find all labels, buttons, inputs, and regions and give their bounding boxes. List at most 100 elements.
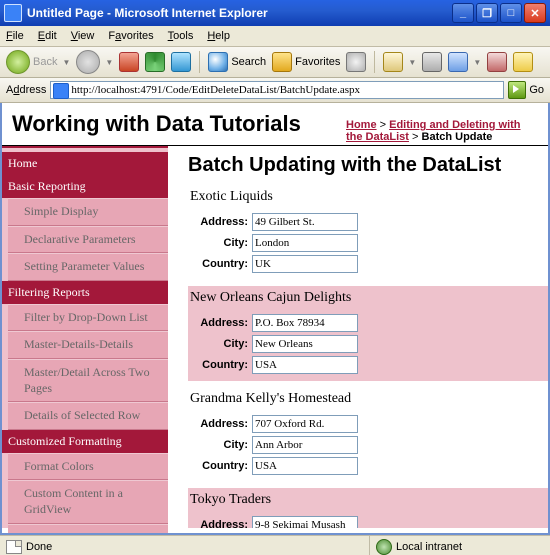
refresh-button[interactable] bbox=[145, 52, 165, 72]
mail-button[interactable]: ▼ bbox=[383, 52, 416, 72]
star-icon bbox=[272, 52, 292, 72]
edit-page-button[interactable]: ▼ bbox=[448, 52, 481, 72]
forward-icon bbox=[76, 50, 100, 74]
separator bbox=[374, 51, 375, 73]
titlebar: Untitled Page - Microsoft Internet Explo… bbox=[0, 0, 550, 26]
discuss-icon bbox=[487, 52, 507, 72]
print-button[interactable] bbox=[422, 52, 442, 72]
status-text: Done bbox=[0, 540, 58, 554]
supplier-block: Exotic Liquids Address: City: Country: bbox=[188, 185, 548, 280]
menu-help[interactable]: Help bbox=[207, 30, 230, 42]
home-icon bbox=[171, 52, 191, 72]
home-button[interactable] bbox=[171, 52, 191, 72]
sidebar-item[interactable]: Simple Display bbox=[8, 198, 168, 226]
chevron-down-icon: ▼ bbox=[408, 58, 416, 67]
address-label: Address bbox=[6, 84, 46, 96]
breadcrumb-current: Batch Update bbox=[422, 131, 493, 143]
edit-icon bbox=[448, 52, 468, 72]
field-label-country: Country: bbox=[190, 258, 248, 270]
field-label-city: City: bbox=[190, 439, 248, 451]
maximize-button[interactable]: □ bbox=[500, 3, 522, 23]
menu-file[interactable]: File bbox=[6, 30, 24, 42]
address-field[interactable] bbox=[252, 213, 358, 231]
sidebar-item-home[interactable]: Home bbox=[2, 152, 168, 175]
sidebar-item[interactable]: Format Colors bbox=[8, 453, 168, 481]
back-button[interactable]: Back▼ bbox=[6, 50, 70, 74]
stop-icon bbox=[119, 52, 139, 72]
sidebar-item[interactable]: Master/Detail Across Two Pages bbox=[8, 359, 168, 402]
go-button[interactable]: Go bbox=[508, 81, 544, 99]
breadcrumb-home[interactable]: Home bbox=[346, 119, 377, 131]
address-field[interactable] bbox=[252, 516, 358, 528]
toolbar: Back▼ ▼ Search Favorites ▼ ▼ bbox=[0, 47, 550, 78]
sidebar-item[interactable]: Details of Selected Row bbox=[8, 402, 168, 430]
refresh-icon bbox=[145, 52, 165, 72]
supplier-name: New Orleans Cajun Delights bbox=[188, 286, 548, 310]
supplier-block: Grandma Kelly's HomesteadAddress:City:Co… bbox=[188, 387, 548, 482]
menu-tools[interactable]: Tools bbox=[168, 30, 194, 42]
close-button[interactable]: ✕ bbox=[524, 3, 546, 23]
sidebar-item[interactable]: Master-Details-Details bbox=[8, 331, 168, 359]
menubar: File Edit View Favorites Tools Help bbox=[0, 26, 550, 47]
field-label-country: Country: bbox=[190, 359, 248, 371]
go-arrow-icon bbox=[508, 81, 526, 99]
discuss-button[interactable] bbox=[487, 52, 507, 72]
sidebar-item[interactable]: Filter by Drop-Down List bbox=[8, 304, 168, 332]
stop-button[interactable] bbox=[119, 52, 139, 72]
history-button[interactable] bbox=[346, 52, 366, 72]
mail-icon bbox=[383, 52, 403, 72]
search-icon bbox=[208, 52, 228, 72]
field-label-country: Country: bbox=[190, 460, 248, 472]
ie-logo-icon bbox=[4, 4, 22, 22]
search-button[interactable]: Search bbox=[208, 52, 266, 72]
chevron-down-icon: ▼ bbox=[62, 58, 70, 67]
address-field[interactable] bbox=[252, 415, 358, 433]
forward-button: ▼ bbox=[76, 50, 113, 74]
research-icon bbox=[513, 52, 533, 72]
breadcrumb: Home > Editing and Deleting with the Dat… bbox=[346, 119, 536, 143]
favorites-button[interactable]: Favorites bbox=[272, 52, 340, 72]
supplier-block: Tokyo TradersAddress:City:Country: bbox=[188, 488, 548, 528]
menu-edit[interactable]: Edit bbox=[38, 30, 57, 42]
city-field[interactable] bbox=[252, 436, 358, 454]
field-label-address: Address: bbox=[190, 216, 248, 228]
intranet-icon bbox=[376, 539, 392, 555]
page-heading: Batch Updating with the DataList bbox=[188, 154, 548, 177]
restore-button[interactable]: ❐ bbox=[476, 3, 498, 23]
supplier-name: Exotic Liquids bbox=[188, 185, 548, 209]
city-field[interactable] bbox=[252, 335, 358, 353]
sidebar-group-head[interactable]: Basic Reporting bbox=[2, 175, 168, 198]
field-label-city: City: bbox=[190, 338, 248, 350]
address-input[interactable] bbox=[50, 81, 504, 99]
status-zone: Local intranet bbox=[369, 536, 550, 555]
field-label-city: City: bbox=[190, 237, 248, 249]
content-viewport: Home > Editing and Deleting with the Dat… bbox=[0, 103, 550, 535]
sidebar-item[interactable]: Setting Parameter Values bbox=[8, 253, 168, 281]
separator bbox=[199, 51, 200, 73]
sidebar-group-head[interactable]: Customized Formatting bbox=[2, 430, 168, 453]
print-icon bbox=[422, 52, 442, 72]
back-icon bbox=[6, 50, 30, 74]
sidebar-item[interactable]: Declarative Parameters bbox=[8, 226, 168, 254]
city-field[interactable] bbox=[252, 234, 358, 252]
menu-favorites[interactable]: Favorites bbox=[108, 30, 153, 42]
sidebar-item[interactable]: Custom Content in a GridView bbox=[8, 480, 168, 523]
address-field[interactable] bbox=[252, 314, 358, 332]
chevron-down-icon: ▼ bbox=[473, 58, 481, 67]
page-icon bbox=[6, 540, 22, 554]
status-bar: Done Local intranet bbox=[0, 535, 550, 555]
supplier-block: New Orleans Cajun DelightsAddress:City:C… bbox=[188, 286, 548, 381]
sidebar: HomeBasic ReportingSimple DisplayDeclara… bbox=[2, 146, 168, 528]
research-button[interactable] bbox=[513, 52, 533, 72]
country-field[interactable] bbox=[252, 457, 358, 475]
country-field[interactable] bbox=[252, 356, 358, 374]
field-label-address: Address: bbox=[190, 418, 248, 430]
address-bar: Address Go bbox=[0, 78, 550, 103]
history-icon bbox=[346, 52, 366, 72]
sidebar-item[interactable]: Custom Content in a DetailsView bbox=[8, 524, 168, 533]
sidebar-group-head[interactable]: Filtering Reports bbox=[2, 281, 168, 304]
minimize-button[interactable]: _ bbox=[452, 3, 474, 23]
country-field[interactable] bbox=[252, 255, 358, 273]
menu-view[interactable]: View bbox=[71, 30, 95, 42]
main-content: Batch Updating with the DataList Exotic … bbox=[168, 146, 548, 528]
